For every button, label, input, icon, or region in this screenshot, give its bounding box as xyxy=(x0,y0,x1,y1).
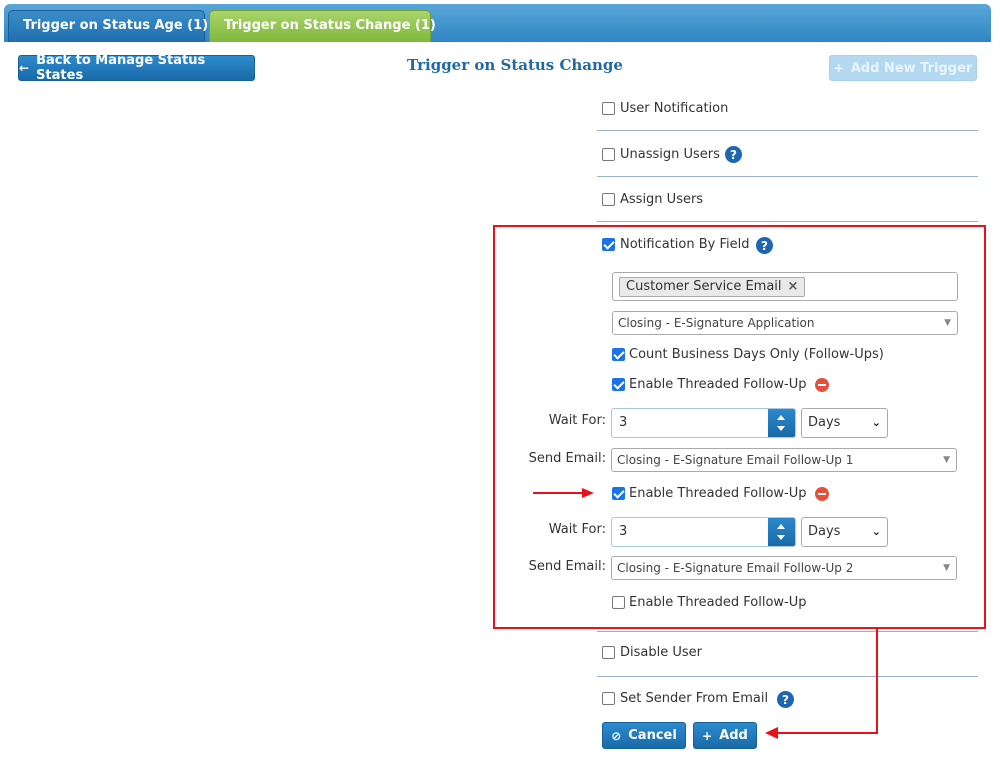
annotation-arrows xyxy=(533,488,878,739)
arrow-to-add-button xyxy=(765,629,878,739)
arrow-to-followup xyxy=(533,488,594,498)
